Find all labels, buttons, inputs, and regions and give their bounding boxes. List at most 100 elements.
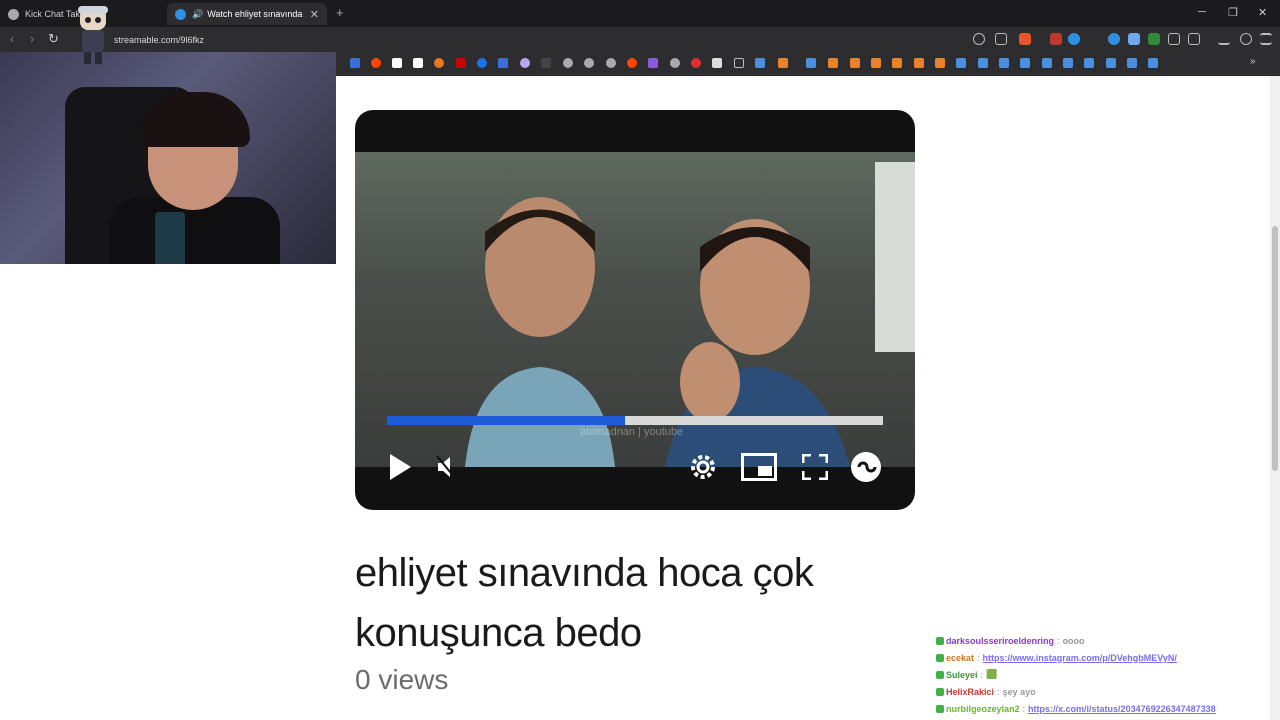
bookmark-icon[interactable] — [806, 58, 816, 68]
fullscreen-icon — [802, 454, 828, 480]
fullscreen-button[interactable] — [800, 452, 830, 482]
restore-button[interactable]: ❐ — [1228, 6, 1238, 19]
zoom-icon[interactable] — [973, 33, 985, 45]
bookmark-icon[interactable] — [670, 58, 680, 68]
extension-icon[interactable] — [1108, 33, 1120, 45]
bookmark-icon[interactable] — [1020, 58, 1030, 68]
bookmark-icon[interactable] — [778, 58, 788, 68]
chat-separator: : — [1022, 703, 1026, 714]
speaker-muted-icon — [436, 455, 456, 479]
address-bar[interactable]: streamable.com/9l6fkz — [94, 30, 1044, 49]
bookmark-icon[interactable] — [1063, 58, 1073, 68]
gear-icon — [691, 455, 715, 479]
chat-username[interactable]: Suleyei — [946, 670, 978, 680]
bookmark-icon[interactable] — [606, 58, 616, 68]
reload-icon[interactable]: ↻ — [48, 31, 59, 47]
bookmark-icon[interactable] — [520, 58, 530, 68]
page-left-blank — [0, 264, 336, 720]
video-player[interactable]: atomadnan | youtube — [355, 110, 915, 510]
bookmark-icon[interactable] — [371, 58, 381, 68]
bookmark-icon[interactable] — [563, 58, 573, 68]
url-text: streamable.com/9l6fkz — [114, 34, 205, 45]
settings-button[interactable] — [685, 449, 721, 485]
chat-badge-icon — [936, 636, 944, 645]
bookmark-icon[interactable] — [978, 58, 988, 68]
folder-icon[interactable] — [734, 58, 744, 68]
close-window-button[interactable]: ✕ — [1258, 6, 1267, 19]
bookmark-icon[interactable] — [691, 58, 701, 68]
play-button[interactable] — [385, 452, 415, 482]
new-tab-button[interactable]: + — [336, 5, 344, 20]
bookmark-icon[interactable] — [541, 58, 551, 68]
bookmark-icon[interactable] — [956, 58, 966, 68]
bookmark-icon[interactable] — [1042, 58, 1052, 68]
microphone — [155, 212, 185, 264]
bookmark-icon[interactable] — [648, 58, 658, 68]
tab-streamable[interactable]: 🔊 Watch ehliyet sınavında hoca ✕ — [167, 3, 327, 25]
bookmark-icon[interactable] — [350, 58, 360, 68]
bookmark-icon[interactable] — [935, 58, 945, 68]
download-icon[interactable] — [1218, 33, 1230, 45]
minimize-button[interactable]: ─ — [1198, 6, 1206, 18]
streamable-logo-button[interactable] — [849, 450, 883, 484]
bookmark-icon[interactable] — [871, 58, 881, 68]
picture-in-picture-button[interactable] — [740, 452, 778, 482]
extension-icon[interactable] — [1128, 33, 1140, 45]
bookmark-icon[interactable] — [477, 58, 487, 68]
close-tab-icon[interactable]: ✕ — [310, 8, 319, 21]
speaker-icon[interactable]: 🔊 — [192, 9, 203, 20]
sidebar-icon[interactable] — [1188, 33, 1200, 45]
chat-username[interactable]: darksoulsseriroeldenring — [946, 636, 1054, 646]
bookmark-icon[interactable] — [850, 58, 860, 68]
scrollbar[interactable] — [1270, 76, 1280, 720]
bookmark-icon[interactable] — [712, 58, 722, 68]
bookmark-icon[interactable] — [828, 58, 838, 68]
chat-username[interactable]: ecekat — [946, 653, 974, 663]
chat-badge-icon — [936, 653, 944, 662]
chat-message: Suleyei: 🟩 — [936, 666, 1266, 683]
extension-icon[interactable] — [1068, 33, 1080, 45]
mute-button[interactable] — [433, 452, 459, 482]
bookmark-icon[interactable] — [892, 58, 902, 68]
chat-message: darksoulsseriroeldenring: oooo — [936, 632, 1266, 649]
scrollbar-thumb[interactable] — [1272, 226, 1278, 471]
bookmark-icon[interactable] — [755, 58, 765, 68]
chat-separator: : — [977, 652, 980, 663]
extension-icon[interactable] — [1148, 33, 1160, 45]
bookmark-icon[interactable] — [498, 58, 508, 68]
more-bookmarks-icon[interactable]: » — [1250, 56, 1260, 67]
chat-message: HelixRakici: şey ayo — [936, 683, 1266, 700]
bookmark-icon[interactable] — [413, 58, 423, 68]
bookmark-icon[interactable] — [999, 58, 1009, 68]
share-icon[interactable] — [995, 33, 1007, 45]
chat-username[interactable]: nurbilgeozeylan2 — [946, 704, 1020, 714]
chat-link[interactable]: https://www.instagram.com/p/DVehgbMEVyN/ — [983, 653, 1177, 663]
chat-text: şey ayo — [1002, 686, 1036, 697]
chat-badge-icon — [936, 670, 944, 679]
extension-icon[interactable] — [1050, 33, 1062, 45]
chat-separator: : — [997, 686, 1000, 697]
bookmark-icon[interactable] — [914, 58, 924, 68]
brave-shield-icon[interactable] — [1019, 33, 1031, 45]
chat-link[interactable]: https://x.com/i/status/20347692263474873… — [1028, 704, 1216, 714]
back-icon[interactable]: ‹ — [10, 31, 14, 46]
bookmark-icon[interactable] — [392, 58, 402, 68]
chat-username[interactable]: HelixRakici — [946, 687, 994, 697]
picture-in-picture-icon — [741, 453, 777, 481]
chat-text: 🟩 — [986, 669, 998, 679]
bookmark-icon[interactable] — [627, 58, 637, 68]
media-icon[interactable] — [1240, 33, 1252, 45]
bookmark-icon[interactable] — [584, 58, 594, 68]
chat-overlay: darksoulsseriroeldenring: oooo ecekat: http… — [936, 632, 1266, 717]
bookmark-icon[interactable] — [1084, 58, 1094, 68]
forward-icon[interactable]: › — [30, 31, 34, 46]
bookmark-icon[interactable] — [434, 58, 444, 68]
webcam-overlay — [0, 52, 336, 264]
puzzle-icon[interactable] — [1168, 33, 1180, 45]
bookmark-icon[interactable] — [1106, 58, 1116, 68]
video-progress-bar[interactable] — [387, 416, 883, 425]
menu-icon[interactable] — [1260, 33, 1272, 45]
bookmark-icon[interactable] — [1127, 58, 1137, 68]
bookmark-icon[interactable] — [1148, 58, 1158, 68]
bookmark-icon[interactable] — [456, 58, 466, 68]
